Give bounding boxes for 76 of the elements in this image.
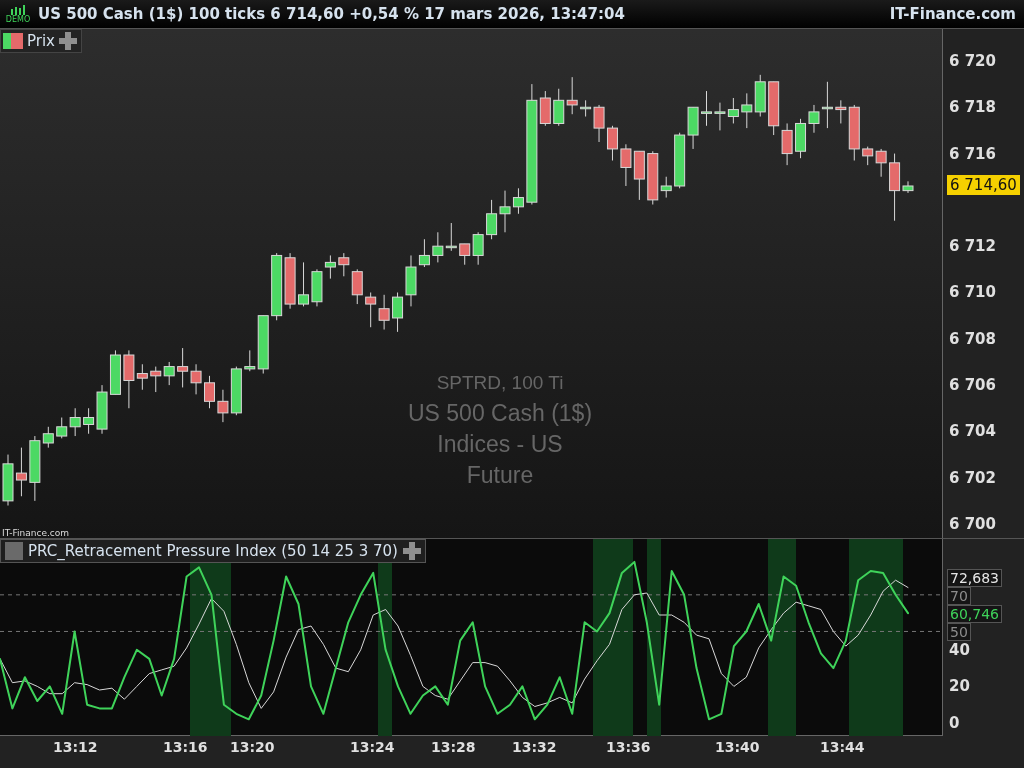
add-icon[interactable] (59, 32, 77, 50)
time-label: 13:28 (431, 739, 476, 755)
time-label: 13:16 (163, 739, 208, 755)
axis-label: 6 718 (949, 98, 996, 117)
candle (298, 261, 309, 307)
axis-label: 6 720 (949, 51, 996, 70)
candle (432, 231, 444, 263)
candle (190, 363, 202, 395)
indicator-name: PRC_Retracement Pressure Index (50 14 25 3 70) (28, 542, 398, 560)
time-label: 13:44 (820, 739, 865, 755)
candle (741, 92, 753, 129)
candle (566, 76, 578, 115)
axis-label: 6 704 (949, 422, 996, 441)
axis-label: 40 (949, 640, 970, 659)
candle (486, 199, 498, 240)
axis-label: 6 710 (949, 283, 996, 302)
candle (701, 90, 712, 127)
time-label: 13:24 (350, 739, 395, 755)
candle (204, 375, 215, 409)
value-tag: 72,683 (947, 569, 1002, 587)
axis-label: 6 708 (949, 329, 996, 348)
axis-label: 6 702 (949, 468, 996, 487)
value-tag: 70 (947, 587, 971, 605)
chart-watermark-text: SPTRD, 100 Ti (436, 371, 564, 395)
axis-label: 6 716 (949, 144, 996, 163)
chart-watermark-text: Indices - US (437, 430, 563, 459)
site-name: IT-Finance.com (889, 5, 1016, 23)
candle (633, 150, 645, 201)
candle-swatch-icon (3, 33, 23, 49)
candle (284, 252, 296, 310)
candle (69, 407, 81, 437)
axis-label: 0 (949, 714, 960, 732)
legend-label: Prix (27, 32, 55, 50)
candle (271, 252, 283, 321)
candle (392, 292, 404, 333)
credit-text: IT-Finance.com (2, 528, 70, 538)
candle (109, 349, 121, 395)
time-label: 13:12 (53, 739, 98, 755)
indicator-swatch-icon (5, 542, 23, 560)
candle (795, 118, 807, 159)
axis-label: 6 712 (949, 237, 996, 256)
time-label: 13:32 (512, 739, 557, 755)
candle (177, 347, 189, 388)
candle (754, 74, 766, 117)
candle (150, 366, 162, 393)
candle (727, 97, 739, 124)
axis-label: 6 700 (949, 515, 996, 534)
window-title: US 500 Cash (1$) 100 ticks 6 714,60 +0,54 % 17 mars 2026, 13:47:04 (38, 5, 625, 23)
candle (714, 102, 726, 131)
demo-label: DEMO (5, 14, 31, 24)
time-label: 13:20 (230, 739, 275, 755)
candle (687, 106, 699, 150)
chart-watermark-text: US 500 Cash (1$) (407, 399, 593, 428)
candle (768, 81, 780, 136)
axis-label: 6 706 (949, 376, 996, 395)
axis-label: 20 (949, 677, 970, 696)
time-label: 13:36 (606, 739, 651, 755)
candle (553, 88, 565, 127)
add-icon[interactable] (402, 542, 421, 560)
candle (2, 454, 14, 506)
candle (163, 361, 175, 386)
candle (781, 122, 793, 166)
candle (445, 222, 457, 252)
value-tag: 60,746 (947, 605, 1002, 623)
chart-bars-icon (10, 4, 26, 15)
last-price-tag: 6 714,60 (947, 175, 1020, 195)
candle (365, 292, 377, 328)
candle (56, 417, 68, 439)
candle (620, 143, 632, 187)
chart-watermark-text: Future (466, 461, 534, 490)
candle (674, 132, 686, 189)
value-tag: 50 (947, 623, 971, 641)
time-label: 13:40 (715, 739, 760, 755)
candle (378, 294, 390, 331)
candle (15, 447, 27, 497)
candle (607, 125, 618, 161)
